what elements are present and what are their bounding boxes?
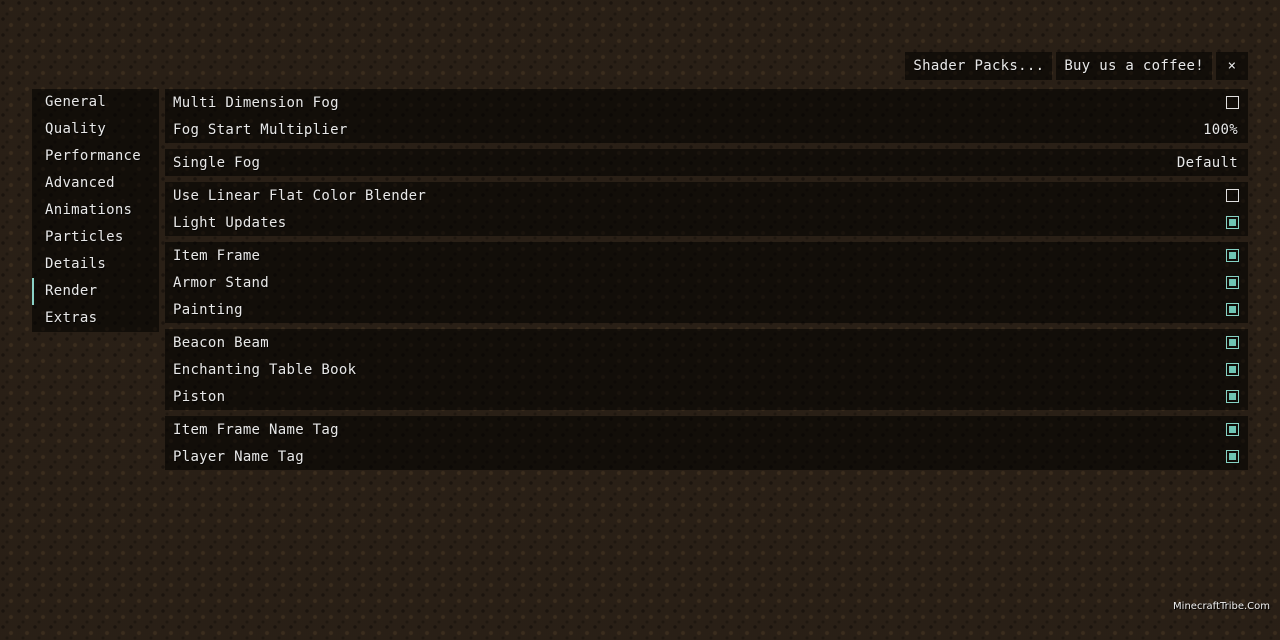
option-label: Item Frame — [173, 247, 261, 264]
option-row[interactable]: Enchanting Table Book — [165, 356, 1248, 383]
option-row[interactable]: Armor Stand — [165, 269, 1248, 296]
sidebar-item-render[interactable]: Render — [32, 278, 159, 305]
option-row[interactable]: Use Linear Flat Color Blender — [165, 182, 1248, 209]
buy-coffee-button[interactable]: Buy us a coffee! — [1056, 52, 1212, 80]
option-label: Item Frame Name Tag — [173, 421, 339, 438]
option-value[interactable]: 100% — [1203, 122, 1240, 138]
option-checkbox[interactable] — [1226, 423, 1239, 436]
option-row[interactable]: Painting — [165, 296, 1248, 323]
close-button[interactable]: × — [1216, 52, 1248, 80]
option-checkbox[interactable] — [1226, 336, 1239, 349]
option-checkbox[interactable] — [1226, 450, 1239, 463]
sidebar-item-advanced[interactable]: Advanced — [32, 170, 159, 197]
option-label: Player Name Tag — [173, 448, 304, 465]
option-label: Beacon Beam — [173, 334, 270, 351]
sidebar-item-extras[interactable]: Extras — [32, 305, 159, 332]
option-group: Item Frame Armor Stand Painting — [165, 242, 1248, 323]
sidebar-item-particles[interactable]: Particles — [32, 224, 159, 251]
option-group: Item Frame Name Tag Player Name Tag — [165, 416, 1248, 470]
option-row[interactable]: Item Frame Name Tag — [165, 416, 1248, 443]
option-row[interactable]: Piston — [165, 383, 1248, 410]
sidebar-item-quality[interactable]: Quality — [32, 116, 159, 143]
sidebar-item-performance[interactable]: Performance — [32, 143, 159, 170]
option-row[interactable]: Beacon Beam — [165, 329, 1248, 356]
option-group: Multi Dimension Fog Fog Start Multiplier 1… — [165, 89, 1248, 143]
option-row[interactable]: Fog Start Multiplier 100% — [165, 116, 1248, 143]
options-list: Multi Dimension Fog Fog Start Multiplier 1… — [165, 89, 1248, 476]
option-label: Enchanting Table Book — [173, 361, 357, 378]
option-row[interactable]: Player Name Tag — [165, 443, 1248, 470]
option-label: Use Linear Flat Color Blender — [173, 187, 427, 204]
option-label: Armor Stand — [173, 274, 270, 291]
category-sidebar: General Quality Performance Advanced Animati… — [32, 89, 159, 332]
option-checkbox[interactable] — [1226, 216, 1239, 229]
option-value[interactable]: Default — [1177, 155, 1240, 171]
option-label: Single Fog — [173, 154, 261, 171]
option-checkbox[interactable] — [1226, 390, 1239, 403]
option-checkbox[interactable] — [1226, 189, 1239, 202]
sidebar-item-details[interactable]: Details — [32, 251, 159, 278]
option-checkbox[interactable] — [1226, 276, 1239, 289]
option-row[interactable]: Single Fog Default — [165, 149, 1248, 176]
option-group: Single Fog Default — [165, 149, 1248, 176]
option-row[interactable]: Item Frame — [165, 242, 1248, 269]
option-checkbox[interactable] — [1226, 249, 1239, 262]
option-checkbox[interactable] — [1226, 363, 1239, 376]
option-label: Fog Start Multiplier — [173, 121, 348, 138]
option-label: Multi Dimension Fog — [173, 94, 339, 111]
option-label: Piston — [173, 388, 226, 405]
top-toolbar: Shader Packs... Buy us a coffee! × — [905, 52, 1248, 80]
shader-packs-button[interactable]: Shader Packs... — [905, 52, 1053, 80]
sidebar-item-general[interactable]: General — [32, 89, 159, 116]
option-group: Beacon Beam Enchanting Table Book Piston — [165, 329, 1248, 410]
option-checkbox[interactable] — [1226, 303, 1239, 316]
option-row[interactable]: Light Updates — [165, 209, 1248, 236]
sidebar-item-animations[interactable]: Animations — [32, 197, 159, 224]
option-checkbox[interactable] — [1226, 96, 1239, 109]
watermark: MinecraftTribe.Com — [1173, 601, 1270, 612]
option-label: Light Updates — [173, 214, 287, 231]
option-group: Use Linear Flat Color Blender Light Updat… — [165, 182, 1248, 236]
option-label: Painting — [173, 301, 243, 318]
option-row[interactable]: Multi Dimension Fog — [165, 89, 1248, 116]
